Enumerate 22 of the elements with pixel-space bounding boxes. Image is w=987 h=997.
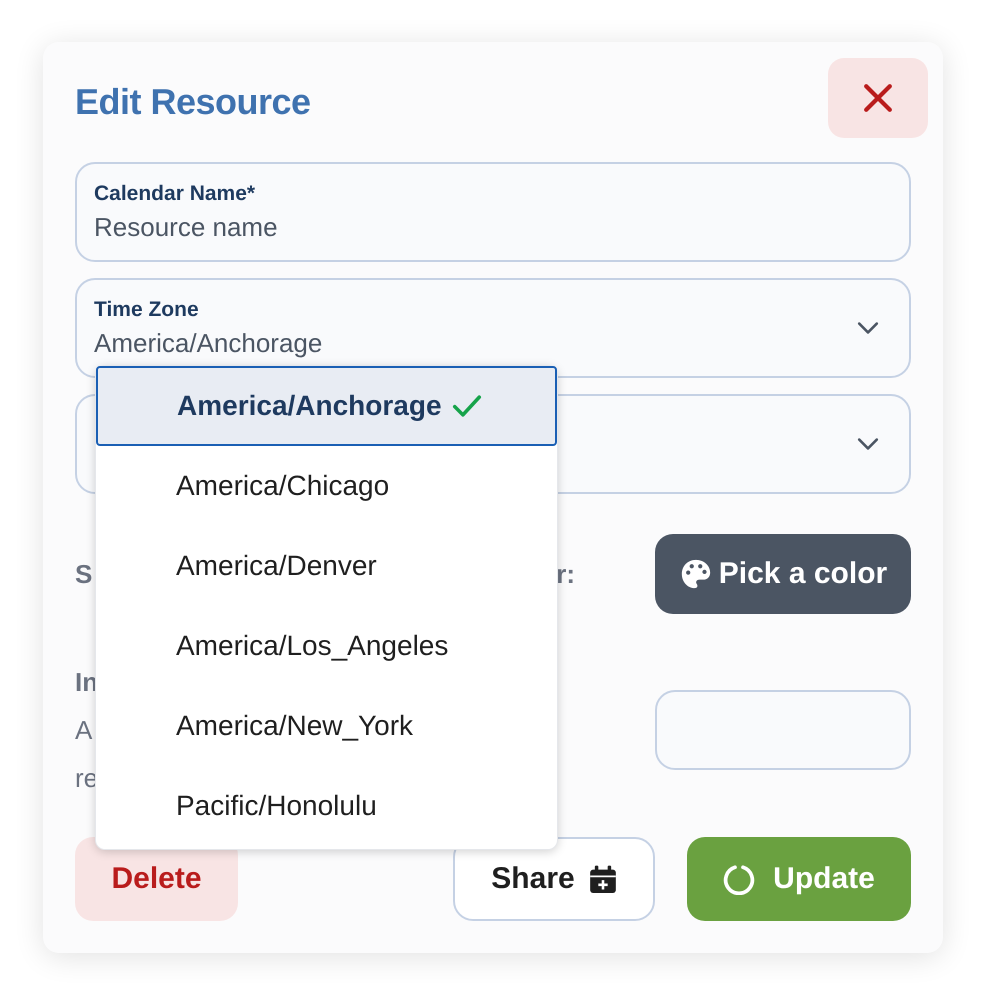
check-icon	[452, 393, 482, 419]
field-label: Time Zone	[94, 298, 200, 322]
dropdown-option[interactable]: America/Anchorage	[96, 366, 557, 446]
dropdown-option[interactable]: America/Denver	[96, 526, 557, 606]
share-button[interactable]: Share	[453, 837, 655, 921]
description-text: A	[75, 714, 92, 747]
select-field[interactable]: Time Zone America/Anchorage	[75, 278, 911, 378]
input-field[interactable]	[655, 690, 911, 770]
pick-color-button[interactable]: Pick a color	[655, 534, 911, 614]
dropdown-option[interactable]: America/New_York	[96, 686, 557, 766]
field-label: S	[75, 558, 92, 590]
dialog-title: Edit Resource	[75, 80, 311, 123]
close-icon	[863, 83, 893, 113]
dropdown-option[interactable]: America/Chicago	[96, 446, 557, 526]
text-input[interactable]: Resource name	[94, 212, 881, 242]
input-field[interactable]: Calendar Name* Resource name	[75, 162, 911, 262]
close-button[interactable]	[828, 58, 928, 138]
calendar-plus-icon	[588, 864, 617, 894]
spinner-icon	[723, 863, 756, 895]
field-label: r:	[556, 558, 575, 590]
field-label: Calendar Name*	[94, 182, 256, 206]
dropdown-option[interactable]: America/Los_Angeles	[96, 606, 557, 686]
